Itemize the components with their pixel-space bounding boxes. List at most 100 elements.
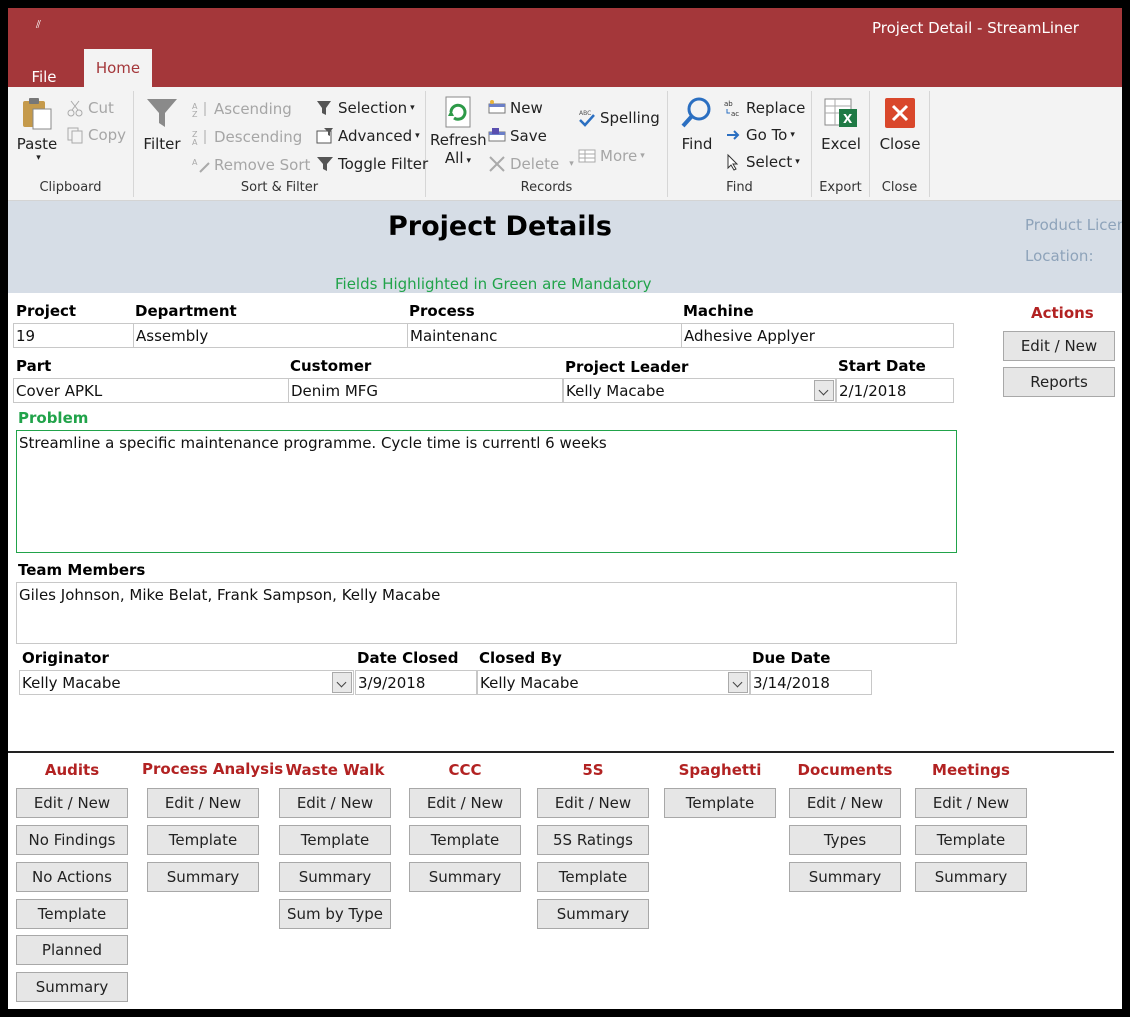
chevron-down-icon[interactable]	[814, 380, 834, 401]
waste-walk-summary-button[interactable]: Summary	[279, 862, 391, 892]
process-analysis-edit-new-button[interactable]: Edit / New	[147, 788, 259, 818]
date-closed-field[interactable]: 3/9/2018	[355, 670, 477, 695]
remove-sort-button[interactable]: A Remove Sort	[192, 156, 310, 174]
waste-walk-sum-by-type-button[interactable]: Sum by Type	[279, 899, 391, 929]
audits-template-button[interactable]: Template	[16, 899, 128, 929]
new-record-button[interactable]: New	[488, 99, 543, 117]
originator-combobox[interactable]: Kelly Macabe	[19, 670, 354, 695]
chevron-down-icon[interactable]	[332, 672, 352, 693]
project-field[interactable]: 19	[13, 323, 134, 348]
delete-record-button[interactable]: Delete ▾	[488, 155, 574, 173]
copy-label: Copy	[88, 126, 127, 144]
filter-button[interactable]: Filter	[140, 95, 184, 153]
toggle-filter-label: Toggle Filter	[338, 155, 429, 173]
refresh-all-button[interactable]: Refresh All ▾	[430, 95, 487, 167]
quick-access-toolbar-icon[interactable]: ⫽	[36, 18, 41, 32]
ascending-button[interactable]: AZ Ascending	[192, 100, 292, 119]
process-analysis-template-button[interactable]: Template	[147, 825, 259, 855]
waste-walk-template-button[interactable]: Template	[279, 825, 391, 855]
save-icon	[488, 127, 506, 145]
audits-edit-new-button[interactable]: Edit / New	[16, 788, 128, 818]
select-button[interactable]: Select ▾	[724, 153, 800, 171]
save-record-button[interactable]: Save	[488, 127, 547, 145]
advanced-label: Advanced	[338, 127, 413, 145]
replace-button[interactable]: ab ac Replace	[724, 99, 805, 118]
5s-summary-button[interactable]: Summary	[537, 899, 649, 929]
due-date-field[interactable]: 3/14/2018	[750, 670, 872, 695]
window-title: Project Detail - StreamLiner	[872, 19, 1079, 37]
selection-button[interactable]: Selection ▾	[316, 99, 415, 117]
waste-walk-edit-new-button[interactable]: Edit / New	[279, 788, 391, 818]
5s-ratings-button[interactable]: 5S Ratings	[537, 825, 649, 855]
find-label: Find	[681, 135, 713, 153]
descending-button[interactable]: ZA Descending	[192, 128, 302, 147]
close-form-button[interactable]: Close	[878, 95, 922, 153]
meetings-edit-new-button[interactable]: Edit / New	[915, 788, 1027, 818]
start-date-field[interactable]: 2/1/2018	[836, 378, 954, 403]
save-label: Save	[510, 127, 547, 145]
audits-summary-button[interactable]: Summary	[16, 972, 128, 1002]
process-analysis-summary-button[interactable]: Summary	[147, 862, 259, 892]
customer-field[interactable]: Denim MFG	[288, 378, 563, 403]
documents-types-button[interactable]: Types	[789, 825, 901, 855]
documents-edit-new-button[interactable]: Edit / New	[789, 788, 901, 818]
find-button[interactable]: Find	[676, 95, 718, 153]
5s-template-button[interactable]: Template	[537, 862, 649, 892]
new-record-icon	[488, 99, 506, 117]
section-title: Spaghetti	[678, 761, 762, 779]
tab-home[interactable]: Home	[84, 49, 152, 87]
section-title: 5S	[582, 761, 604, 779]
problem-textarea[interactable]: Streamline a specific maintenance progra…	[16, 430, 957, 553]
actions-edit-new-button[interactable]: Edit / New	[1003, 331, 1115, 361]
meetings-template-button[interactable]: Template	[915, 825, 1027, 855]
part-field[interactable]: Cover APKL	[13, 378, 290, 403]
meetings-summary-button[interactable]: Summary	[915, 862, 1027, 892]
ccc-template-button[interactable]: Template	[409, 825, 521, 855]
cut-button[interactable]: Cut	[66, 99, 114, 117]
ccc-summary-button[interactable]: Summary	[409, 862, 521, 892]
paste-button[interactable]: Paste ▾	[14, 95, 60, 163]
more-grid-icon	[578, 147, 596, 165]
export-group: X Excel Export	[812, 91, 870, 197]
refresh-label: Refresh	[430, 131, 487, 149]
toggle-filter-button[interactable]: Toggle Filter	[316, 155, 428, 173]
chevron-down-icon[interactable]	[728, 672, 748, 693]
spaghetti-template-button[interactable]: Template	[664, 788, 776, 818]
tab-file[interactable]: File	[22, 58, 66, 87]
excel-export-button[interactable]: X Excel	[818, 95, 864, 153]
5s-edit-new-button[interactable]: Edit / New	[537, 788, 649, 818]
spelling-button[interactable]: ABC Spelling	[578, 109, 660, 127]
svg-text:ABC: ABC	[579, 110, 591, 117]
actions-label: Actions	[1031, 304, 1094, 322]
close-icon	[882, 95, 918, 131]
process-field[interactable]: Maintenanc	[407, 323, 683, 348]
app-window: ⫽ Project Detail - StreamLiner File Home…	[8, 8, 1122, 1009]
more-button[interactable]: More ▾	[578, 147, 645, 165]
refresh-icon	[440, 95, 476, 131]
problem-label: Problem	[18, 409, 89, 427]
audits-no-actions-button[interactable]: No Actions	[16, 862, 128, 892]
project-leader-combobox[interactable]: Kelly Macabe	[563, 378, 836, 403]
goto-button[interactable]: Go To ▾	[724, 126, 795, 144]
documents-summary-button[interactable]: Summary	[789, 862, 901, 892]
ccc-edit-new-button[interactable]: Edit / New	[409, 788, 521, 818]
refresh-dropdown-icon: ▾	[466, 156, 472, 166]
reports-button[interactable]: Reports	[1003, 367, 1115, 397]
project-leader-label: Project Leader	[565, 358, 689, 376]
ribbon-tabs: File Home	[8, 48, 1122, 87]
copy-icon	[66, 126, 84, 144]
part-label: Part	[16, 357, 52, 375]
section-divider	[8, 751, 1114, 753]
filter-label: Filter	[143, 135, 181, 153]
closed-by-combobox[interactable]: Kelly Macabe	[477, 670, 750, 695]
audits-no-findings-button[interactable]: No Findings	[16, 825, 128, 855]
department-field[interactable]: Assembly	[133, 323, 409, 348]
spelling-check-icon: ABC	[578, 109, 596, 127]
advanced-button[interactable]: Advanced ▾	[316, 127, 420, 145]
machine-field[interactable]: Adhesive Applyer	[681, 323, 954, 348]
audits-planned-button[interactable]: Planned	[16, 935, 128, 965]
team-members-textarea[interactable]: Giles Johnson, Mike Belat, Frank Sampson…	[16, 582, 957, 644]
copy-button[interactable]: Copy	[66, 126, 126, 144]
excel-label: Excel	[821, 135, 861, 153]
section-title: Meetings	[932, 761, 1010, 779]
